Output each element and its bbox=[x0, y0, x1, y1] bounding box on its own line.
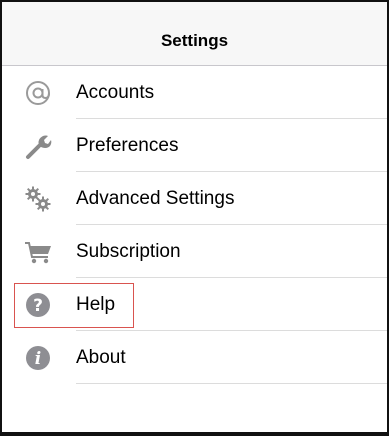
settings-item-label: About bbox=[76, 346, 126, 368]
settings-list: Accounts Preferences Advanced Settings S… bbox=[2, 66, 387, 384]
settings-item-accounts[interactable]: Accounts bbox=[2, 66, 387, 119]
cart-icon bbox=[23, 237, 53, 267]
svg-text:i: i bbox=[35, 349, 41, 369]
settings-item-advanced-settings[interactable]: Advanced Settings bbox=[2, 172, 387, 225]
settings-item-label: Advanced Settings bbox=[76, 187, 235, 209]
wrench-icon bbox=[23, 131, 53, 161]
settings-item-label: Subscription bbox=[76, 240, 181, 262]
settings-item-label: Preferences bbox=[76, 134, 179, 156]
row-divider bbox=[76, 383, 387, 384]
info-icon: i bbox=[23, 343, 53, 373]
page-title: Settings bbox=[160, 30, 229, 50]
settings-item-label: Help bbox=[76, 293, 116, 315]
settings-item-label: Accounts bbox=[76, 81, 155, 103]
settings-screen: Settings Accounts Preferences Advanced S… bbox=[0, 0, 389, 436]
settings-item-subscription[interactable]: Subscription bbox=[2, 225, 387, 278]
settings-item-preferences[interactable]: Preferences bbox=[2, 119, 387, 172]
at-sign-icon bbox=[23, 78, 53, 108]
question-icon: ? bbox=[23, 290, 53, 320]
svg-text:?: ? bbox=[33, 296, 43, 316]
gears-icon bbox=[23, 184, 53, 214]
settings-item-about[interactable]: i About bbox=[2, 331, 387, 384]
navigation-bar: Settings bbox=[2, 2, 387, 66]
settings-item-help[interactable]: ? Help bbox=[2, 278, 387, 331]
